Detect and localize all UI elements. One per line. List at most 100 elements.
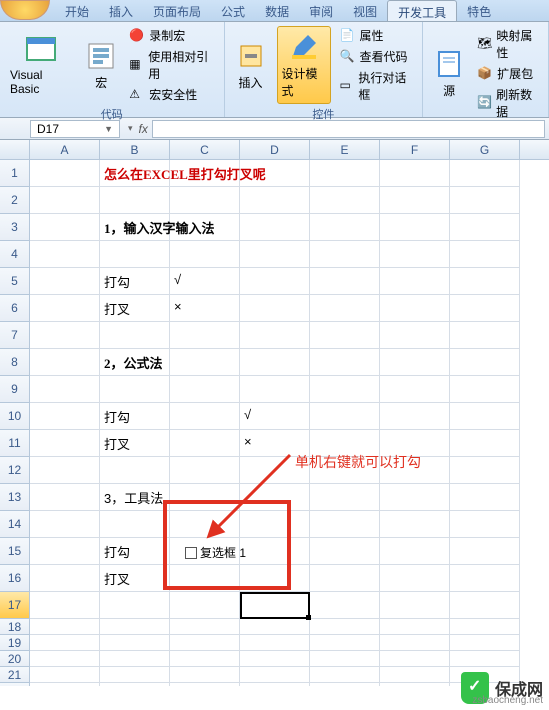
row-header-18[interactable]: 18 [0,619,30,635]
cell-C22[interactable] [170,683,240,686]
cell-A18[interactable] [30,619,100,635]
cell-F7[interactable] [380,322,450,349]
cell-B21[interactable] [100,667,170,683]
cell-G3[interactable] [450,214,520,241]
row-header-17[interactable]: 17 [0,592,30,619]
expansion-pack-button[interactable]: 📦扩展包 [475,64,542,83]
cell-F14[interactable] [380,511,450,538]
cell-D7[interactable] [240,322,310,349]
cell-F2[interactable] [380,187,450,214]
cell-F3[interactable] [380,214,450,241]
tab-4[interactable]: 数据 [255,0,299,21]
record-macro-button[interactable]: 🔴录制宏 [127,26,217,45]
cell-E6[interactable] [310,295,380,322]
cell-G1[interactable] [450,160,520,187]
cell-D13[interactable] [240,484,310,511]
tab-7[interactable]: 开发工具 [387,0,457,21]
cell-F18[interactable] [380,619,450,635]
cell-B6[interactable]: 打叉 [100,295,170,322]
cell-B4[interactable] [100,241,170,268]
cell-A16[interactable] [30,565,100,592]
cell-C21[interactable] [170,667,240,683]
cell-A9[interactable] [30,376,100,403]
cell-A5[interactable] [30,268,100,295]
tab-6[interactable]: 视图 [343,0,387,21]
cell-A21[interactable] [30,667,100,683]
cell-B18[interactable] [100,619,170,635]
cell-A6[interactable] [30,295,100,322]
row-header-9[interactable]: 9 [0,376,30,403]
row-header-10[interactable]: 10 [0,403,30,430]
row-header-12[interactable]: 12 [0,457,30,484]
cell-A7[interactable] [30,322,100,349]
col-header-E[interactable]: E [310,140,380,159]
cell-D17[interactable] [240,592,310,619]
cell-C10[interactable] [170,403,240,430]
tab-5[interactable]: 审阅 [299,0,343,21]
cell-E2[interactable] [310,187,380,214]
cell-E13[interactable] [310,484,380,511]
row-header-21[interactable]: 21 [0,667,30,683]
cell-D3[interactable] [240,214,310,241]
row-header-15[interactable]: 15 [0,538,30,565]
cell-B19[interactable] [100,635,170,651]
cell-E3[interactable] [310,214,380,241]
cell-G14[interactable] [450,511,520,538]
cell-G20[interactable] [450,651,520,667]
cell-B17[interactable] [100,592,170,619]
row-header-22[interactable]: 22 [0,683,30,686]
cell-D16[interactable] [240,565,310,592]
cell-A22[interactable] [30,683,100,686]
cell-D22[interactable] [240,683,310,686]
cell-D4[interactable] [240,241,310,268]
cell-D6[interactable] [240,295,310,322]
cell-A8[interactable] [30,349,100,376]
visual-basic-button[interactable]: Visual Basic [6,26,75,104]
cell-C9[interactable] [170,376,240,403]
formula-input[interactable] [152,120,545,138]
fx-icon[interactable]: fx [139,122,148,136]
cell-C17[interactable] [170,592,240,619]
tab-0[interactable]: 开始 [55,0,99,21]
row-header-16[interactable]: 16 [0,565,30,592]
cell-F8[interactable] [380,349,450,376]
checkbox-control[interactable]: 复选框 1 [185,544,246,561]
cell-G15[interactable] [450,538,520,565]
cell-G17[interactable] [450,592,520,619]
row-header-2[interactable]: 2 [0,187,30,214]
row-header-6[interactable]: 6 [0,295,30,322]
cell-C12[interactable] [170,457,240,484]
map-props-button[interactable]: 🗺映射属性 [475,26,542,62]
cell-A12[interactable] [30,457,100,484]
cell-D18[interactable] [240,619,310,635]
cell-C16[interactable] [170,565,240,592]
cell-F21[interactable] [380,667,450,683]
col-header-F[interactable]: F [380,140,450,159]
properties-button[interactable]: 📄属性 [337,26,416,45]
cell-G13[interactable] [450,484,520,511]
cell-C4[interactable] [170,241,240,268]
cell-C18[interactable] [170,619,240,635]
cell-A4[interactable] [30,241,100,268]
design-mode-button[interactable]: 设计模式 [277,26,332,104]
dropdown-icon[interactable]: ▼ [104,124,113,134]
relative-ref-button[interactable]: ▦使用相对引用 [127,47,217,83]
cell-E9[interactable] [310,376,380,403]
cell-F4[interactable] [380,241,450,268]
cell-A15[interactable] [30,538,100,565]
tab-1[interactable]: 插入 [99,0,143,21]
cell-C11[interactable] [170,430,240,457]
row-header-8[interactable]: 8 [0,349,30,376]
cell-E22[interactable] [310,683,380,686]
cell-D8[interactable] [240,349,310,376]
refresh-data-button[interactable]: 🔄刷新数据 [475,85,542,121]
cell-A19[interactable] [30,635,100,651]
cell-D2[interactable] [240,187,310,214]
col-header-G[interactable]: G [450,140,520,159]
cell-D9[interactable] [240,376,310,403]
select-all-corner[interactable] [0,140,30,159]
cell-C19[interactable] [170,635,240,651]
cell-A3[interactable] [30,214,100,241]
col-header-C[interactable]: C [170,140,240,159]
row-header-14[interactable]: 14 [0,511,30,538]
